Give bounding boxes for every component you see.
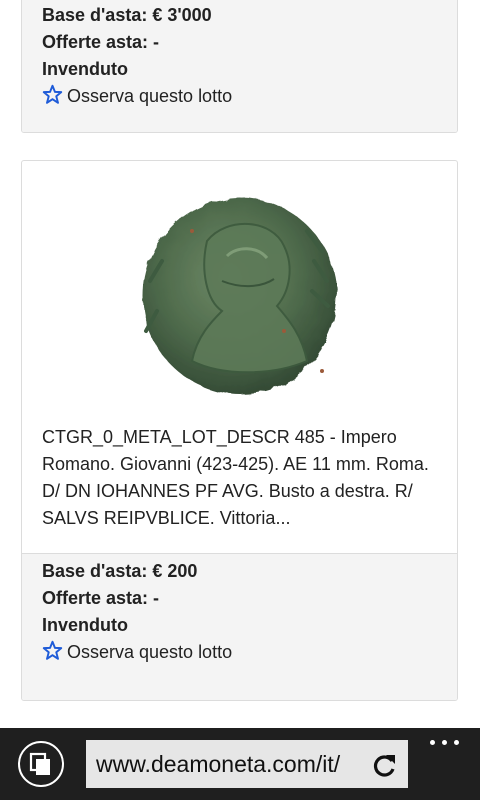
coin-image [143,198,337,394]
base-price: Base d'asta: € 3'000 [42,5,212,25]
tabs-icon [29,752,50,775]
offers: Offerte asta: - [42,588,160,608]
lot-card[interactable]: CTGR_0_META_LOT_DESCR 485 - Impero Roman… [21,160,458,701]
status: Invenduto [42,615,128,635]
watch-lot-link[interactable]: Osserva questo lotto [42,639,437,666]
browser-toolbar: www.deamoneta.com/it/ [0,728,480,800]
watch-lot-label: Osserva questo lotto [67,642,233,662]
star-icon [42,640,63,660]
base-price: Base d'asta: € 200 [42,561,198,581]
url-text: www.deamoneta.com/it/ [96,751,341,777]
reload-icon[interactable] [372,752,398,778]
star-icon [42,84,63,104]
tabs-button[interactable] [18,741,64,787]
watch-lot-link[interactable]: Osserva questo lotto [42,83,437,110]
lot-description[interactable]: CTGR_0_META_LOT_DESCR 485 - Impero Roman… [42,424,441,532]
lot-footer: Base d'asta: € 200 Offerte asta: - Inven… [22,553,457,700]
more-icon[interactable] [430,740,460,748]
offers: Offerte asta: - [42,32,160,52]
address-bar[interactable]: www.deamoneta.com/it/ [86,740,408,788]
watch-lot-label: Osserva questo lotto [67,86,233,106]
lot-footer: Base d'asta: € 3'000 Offerte asta: - Inv… [22,0,457,132]
status: Invenduto [42,59,128,79]
lot-card-previous: Base d'asta: € 3'000 Offerte asta: - Inv… [21,0,458,133]
lot-image[interactable] [22,161,457,411]
